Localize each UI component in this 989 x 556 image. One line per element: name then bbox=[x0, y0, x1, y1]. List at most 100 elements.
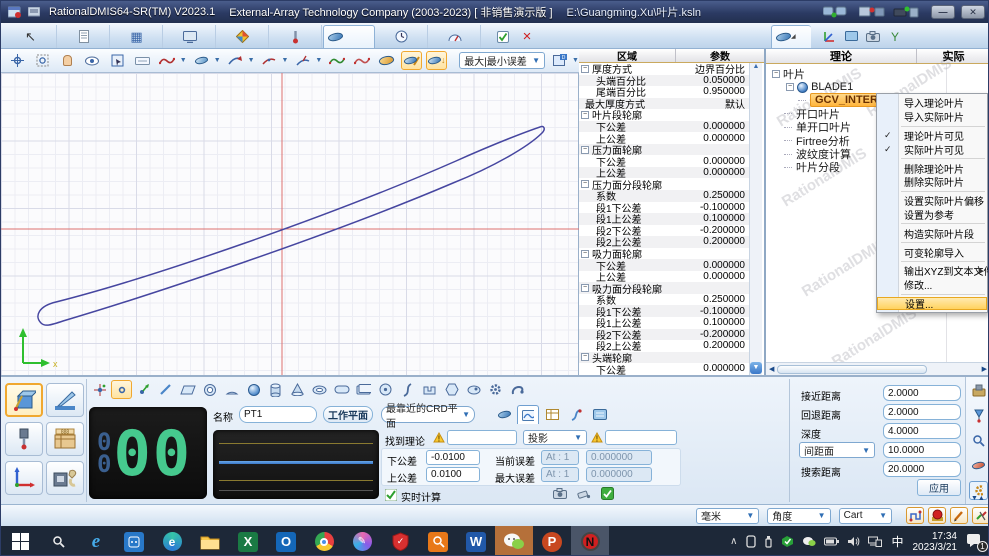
error-wave-low-icon[interactable] bbox=[326, 51, 347, 70]
paint-app-icon[interactable]: ✎ bbox=[343, 526, 381, 556]
tree-item-叶片[interactable]: −叶片 bbox=[766, 67, 989, 80]
outlook-icon[interactable]: O bbox=[267, 526, 305, 556]
menu-item[interactable]: 设置实际叶片偏移 bbox=[877, 194, 987, 208]
spacing-mode-dropdown[interactable]: 间距面▼ bbox=[799, 442, 875, 458]
error-mode-dropdown[interactable]: 最大|最小误差▼ bbox=[459, 52, 545, 69]
graph-mini-icon[interactable] bbox=[517, 405, 539, 424]
dropdown-caret[interactable]: ▼ bbox=[248, 57, 255, 64]
menu-item[interactable]: 设置为参考 bbox=[877, 208, 987, 222]
collapse-icon[interactable]: − bbox=[581, 180, 589, 188]
magnifier-icon[interactable] bbox=[969, 431, 988, 450]
solve-mode-dropdown[interactable]: 最靠近的CRD平面▼ bbox=[381, 406, 475, 423]
collapse-icon[interactable]: − bbox=[581, 353, 589, 361]
explorer-icon[interactable] bbox=[191, 526, 229, 556]
minimize-button[interactable]: — bbox=[931, 5, 955, 19]
tree-header-actual[interactable]: 实际 bbox=[916, 49, 989, 63]
coord-dropdown[interactable]: Cart▼ bbox=[839, 508, 892, 524]
upper-tol-input[interactable]: 0.0100 bbox=[426, 467, 480, 482]
washer-icon[interactable] bbox=[463, 380, 484, 399]
taskbar-clock[interactable]: 17:34 2023/3/21 bbox=[913, 531, 958, 553]
menu-item[interactable]: 构造实际叶片段 bbox=[877, 226, 987, 240]
menu-item[interactable]: 删除理论叶片 bbox=[877, 161, 987, 175]
blade-section-icon[interactable] bbox=[376, 51, 397, 70]
probe-tab[interactable] bbox=[270, 25, 322, 48]
menu-item[interactable]: 导入实际叶片 bbox=[877, 110, 987, 124]
search-button[interactable] bbox=[39, 526, 77, 556]
path-icon[interactable] bbox=[906, 507, 924, 524]
dropdown-caret[interactable]: ▼ bbox=[180, 57, 187, 64]
gear-icon[interactable] bbox=[485, 380, 506, 399]
scroll-down-icon[interactable]: ▼ bbox=[750, 362, 762, 374]
view-eye-icon[interactable] bbox=[82, 51, 103, 70]
collapse-icon[interactable]: − bbox=[581, 250, 589, 258]
snapshot-icon[interactable] bbox=[553, 487, 567, 500]
menu-item[interactable]: 设置... bbox=[877, 297, 987, 311]
circle-icon[interactable] bbox=[199, 380, 220, 399]
tree-item-BLADE1[interactable]: − BLADE1 bbox=[766, 80, 989, 93]
eraser-icon[interactable] bbox=[577, 487, 591, 500]
label-icon[interactable] bbox=[132, 51, 153, 70]
error-wave-high-icon[interactable] bbox=[351, 51, 372, 70]
gauge-tab[interactable] bbox=[429, 25, 481, 48]
chrome-icon[interactable] bbox=[305, 526, 343, 556]
curve-mini-icon[interactable] bbox=[565, 405, 587, 424]
cylinder-icon[interactable] bbox=[265, 380, 286, 399]
grid-tab[interactable]: ▦ bbox=[111, 25, 163, 48]
scroll-up-icon[interactable]: ▲ bbox=[750, 63, 762, 70]
edge-icon[interactable]: e bbox=[153, 526, 191, 556]
line-icon[interactable] bbox=[155, 380, 176, 399]
wechat-icon[interactable] bbox=[495, 526, 533, 556]
start-button[interactable] bbox=[1, 526, 39, 556]
powerpoint-icon[interactable]: P bbox=[533, 526, 571, 556]
axes-button[interactable] bbox=[5, 461, 43, 495]
blade-dropdown-tab[interactable]: ◢ bbox=[771, 25, 811, 48]
blade-red-icon[interactable] bbox=[969, 456, 988, 475]
pan-icon[interactable] bbox=[57, 51, 78, 70]
disk-icon[interactable] bbox=[375, 380, 396, 399]
projection-input[interactable] bbox=[605, 430, 677, 445]
diamond-tab[interactable] bbox=[217, 25, 269, 48]
zoom-window-icon[interactable] bbox=[32, 51, 53, 70]
estop-icon[interactable] bbox=[928, 507, 946, 524]
blade-edit-icon[interactable] bbox=[401, 51, 422, 70]
collapse-icon[interactable]: − bbox=[786, 83, 794, 91]
point-icon[interactable] bbox=[111, 380, 132, 399]
collapse-icon[interactable]: − bbox=[581, 65, 589, 73]
fit-view-icon[interactable] bbox=[7, 51, 28, 70]
name-input[interactable]: PT1 bbox=[239, 406, 317, 423]
realtime-checkbox[interactable] bbox=[385, 489, 397, 501]
dropdown-caret[interactable]: ▼ bbox=[572, 57, 579, 64]
network-icon[interactable] bbox=[868, 536, 882, 547]
pen-icon[interactable] bbox=[950, 507, 968, 524]
align-icon[interactable]: Y bbox=[885, 25, 905, 48]
column-header-param[interactable]: 参数 bbox=[675, 49, 764, 62]
cone-icon[interactable] bbox=[287, 380, 308, 399]
doc-search-icon[interactable] bbox=[419, 526, 457, 556]
curve-draw-icon[interactable] bbox=[191, 51, 212, 70]
dropdown-caret[interactable]: ▼ bbox=[282, 57, 289, 64]
plane-icon[interactable] bbox=[177, 380, 198, 399]
menu-icon[interactable] bbox=[25, 7, 43, 18]
scroll-right-icon[interactable]: ▶ bbox=[979, 365, 989, 373]
phone-icon[interactable] bbox=[746, 535, 756, 548]
screen-mini-icon[interactable] bbox=[589, 405, 611, 424]
slot-icon[interactable] bbox=[331, 380, 352, 399]
blade-mini-icon[interactable] bbox=[493, 405, 515, 424]
sphere-icon[interactable] bbox=[243, 380, 264, 399]
wechat-tray-icon[interactable] bbox=[802, 536, 816, 547]
vector-point-icon[interactable] bbox=[133, 380, 154, 399]
probe-cube-button[interactable] bbox=[5, 383, 43, 417]
curve-vector-icon[interactable] bbox=[292, 51, 313, 70]
blade-section-curve[interactable] bbox=[38, 126, 544, 325]
table-scrollbar[interactable]: ▲ ▼ bbox=[749, 63, 762, 375]
confirm-icon[interactable] bbox=[493, 28, 513, 45]
tree-header-theory[interactable]: 理论 bbox=[766, 49, 916, 63]
document-tab[interactable] bbox=[58, 25, 110, 48]
scan-curve-icon[interactable] bbox=[157, 51, 178, 70]
collapse-icon[interactable]: − bbox=[581, 111, 589, 119]
fixture-button[interactable]: 888 bbox=[46, 422, 84, 456]
usb-icon[interactable] bbox=[764, 535, 773, 548]
graphics-canvas[interactable]: x bbox=[1, 73, 579, 375]
projection-dropdown[interactable]: 投影▼ bbox=[523, 430, 587, 445]
rectangle-icon[interactable] bbox=[353, 380, 374, 399]
